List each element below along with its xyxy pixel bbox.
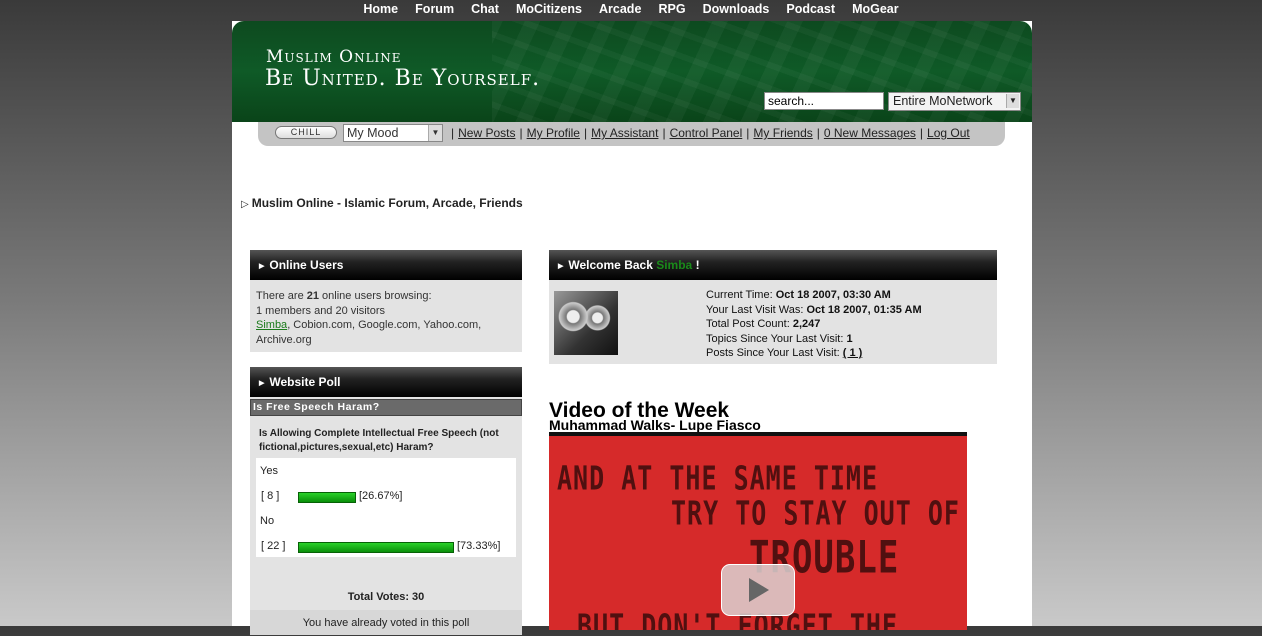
play-button[interactable]	[721, 564, 795, 616]
link-control-panel[interactable]: Control Panel	[670, 126, 743, 140]
site-name[interactable]: Muslim Online	[266, 47, 402, 67]
poll-option-count: [ 22 ]	[261, 540, 286, 552]
online-member-link[interactable]: Simba	[256, 319, 287, 331]
topics-since: 1	[846, 332, 853, 345]
triangle-right-icon: ▷	[241, 199, 249, 210]
nav-mogear[interactable]: MoGear	[852, 2, 899, 16]
online-text: There are	[256, 290, 307, 302]
bullet-arrow-icon: ▶	[558, 263, 564, 270]
nav-podcast[interactable]: Podcast	[786, 2, 835, 16]
poll-result-bar	[298, 492, 356, 503]
breadcrumb-label[interactable]: Muslim Online - Islamic Forum, Arcade, F…	[252, 196, 523, 210]
avatar[interactable]	[554, 291, 618, 355]
current-time-label: Current Time:	[706, 289, 776, 301]
video-frame-text: TRY TO STAY OUT OF	[671, 494, 960, 533]
link-my-assistant[interactable]: My Assistant	[591, 126, 658, 140]
poll-option-count: [ 8 ]	[261, 490, 280, 502]
online-visitors-2: Archive.org	[256, 333, 312, 346]
bullet-arrow-icon: ▶	[259, 380, 265, 387]
play-icon	[749, 578, 769, 602]
poll-option-label: No	[260, 515, 275, 527]
nav-forum[interactable]: Forum	[415, 2, 454, 16]
online-text-2: online users browsing:	[319, 290, 432, 302]
mood-button[interactable]: CHILL	[275, 126, 337, 139]
online-visitors: , Cobion.com, Google.com, Yahoo.com,	[287, 319, 482, 331]
last-visit: Oct 18 2007, 01:35 AM	[806, 303, 922, 316]
breadcrumb: ▷ Muslim Online - Islamic Forum, Arcade, …	[241, 196, 523, 210]
bullet-arrow-icon: ▶	[259, 263, 265, 270]
posts-since-link[interactable]: ( 1 )	[843, 347, 863, 359]
welcome-username[interactable]: Simba	[656, 258, 692, 272]
poll-status: You have already voted in this poll	[250, 610, 522, 635]
poll-options: Yes [ 8 ] [26.67%] No [ 22 ] [73.33%]	[256, 458, 516, 557]
nav-chat[interactable]: Chat	[471, 2, 499, 16]
link-my-profile[interactable]: My Profile	[527, 126, 580, 140]
post-count: 2,247	[792, 318, 821, 331]
welcome-header: ▶ Welcome Back Simba !	[549, 250, 997, 280]
poll-option-label: Yes	[260, 465, 278, 477]
link-log-out[interactable]: Log Out	[927, 126, 970, 140]
search-scope-value: Entire MoNetwork	[893, 94, 993, 108]
user-toolbar: CHILL My Mood ▼ | New Posts | My Profile | My…	[258, 122, 1005, 146]
last-visit-label: Your Last Visit Was:	[706, 303, 807, 316]
nav-mocitizens[interactable]: MoCitizens	[516, 2, 582, 16]
online-users-body: There are 21 online users browsing: 1 me…	[250, 280, 522, 352]
website-poll-body: Is Free Speech Haram? Is Allowing Comple…	[250, 397, 522, 635]
link-new-posts[interactable]: New Posts	[458, 126, 515, 140]
chevron-down-icon[interactable]: ▼	[1006, 94, 1019, 108]
page-container: Muslim Online Be United. Be Yourself. se…	[232, 21, 1032, 635]
poll-option-percent: [73.33%]	[457, 540, 501, 552]
poll-total-votes: Total Votes: 30	[347, 591, 425, 603]
site-tagline: Be United. Be Yourself.	[265, 66, 541, 91]
welcome-title-end: !	[692, 258, 700, 272]
nav-home[interactable]: Home	[363, 2, 398, 16]
video-frame-text: AND AT THE SAME TIME	[557, 459, 879, 498]
nav-arcade[interactable]: Arcade	[599, 2, 641, 16]
top-navigation: Home Forum Chat MoCitizens Arcade RPG Do…	[0, 0, 1262, 20]
welcome-title: Welcome Back	[568, 258, 657, 272]
welcome-body: Current Time: Oct 18 2007, 03:30 AM Your…	[549, 280, 997, 364]
poll-result-bar	[298, 542, 454, 553]
mood-select[interactable]: My Mood ▼	[343, 124, 443, 142]
video-subtitle: Muhammad Walks- Lupe Fiasco	[549, 417, 761, 433]
website-poll-title: Website Poll	[269, 375, 341, 389]
posts-since-label: Posts Since Your Last Visit:	[706, 347, 843, 360]
nav-rpg[interactable]: RPG	[658, 2, 685, 16]
current-time: Oct 18 2007, 03:30 AM	[775, 289, 891, 301]
chevron-down-icon[interactable]: ▼	[428, 125, 442, 141]
search-input[interactable]: search...	[764, 92, 884, 110]
user-stats: Current Time: Oct 18 2007, 03:30 AM Your…	[706, 288, 922, 361]
online-count: 21	[306, 290, 319, 302]
online-breakdown: 1 members and 20 visitors	[256, 304, 385, 317]
link-my-friends[interactable]: My Friends	[753, 126, 812, 140]
online-users-header: ▶ Online Users	[250, 250, 522, 280]
poll-header: Is Free Speech Haram?	[250, 399, 522, 416]
poll-question: Is Allowing Complete Intellectual Free S…	[259, 428, 499, 453]
post-count-label: Total Post Count:	[706, 318, 793, 331]
poll-option-percent: [26.67%]	[359, 490, 403, 502]
website-poll-header: ▶ Website Poll	[250, 367, 522, 397]
link-new-messages[interactable]: 0 New Messages	[824, 126, 916, 140]
topics-since-label: Topics Since Your Last Visit:	[706, 332, 847, 345]
site-banner: Muslim Online Be United. Be Yourself. se…	[232, 21, 1032, 122]
mood-select-value: My Mood	[347, 126, 399, 140]
search-scope-select[interactable]: Entire MoNetwork ▼	[888, 92, 1021, 111]
user-links: | New Posts | My Profile | My Assistant | Contr…	[451, 126, 970, 140]
nav-downloads[interactable]: Downloads	[703, 2, 770, 16]
video-player[interactable]: AND AT THE SAME TIME TRY TO STAY OUT OF …	[549, 432, 967, 630]
online-users-title: Online Users	[269, 258, 344, 272]
